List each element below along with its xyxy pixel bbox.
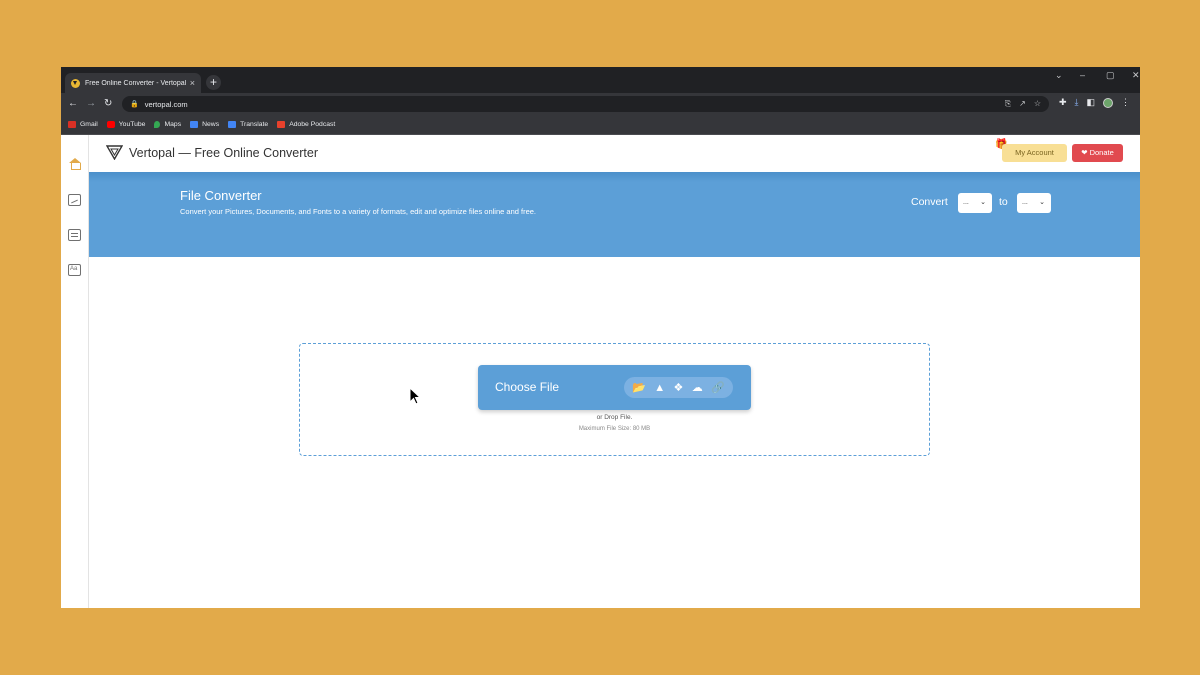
convert-label: Convert bbox=[911, 196, 948, 208]
donate-button[interactable]: ❤ Donate bbox=[1072, 144, 1123, 162]
menu-icon[interactable]: ⋮ bbox=[1121, 97, 1130, 108]
upload-sources: 📂 ▲ ❖ ☁ 🔗 bbox=[624, 377, 733, 398]
lock-icon: 🔒 bbox=[130, 101, 139, 108]
vertopal-logo-icon[interactable] bbox=[106, 145, 123, 160]
bookmark-label: Adobe Podcast bbox=[289, 121, 336, 128]
dropbox-icon[interactable]: ❖ bbox=[673, 382, 683, 394]
mouse-cursor-icon bbox=[409, 387, 421, 405]
news-icon bbox=[190, 121, 199, 128]
from-format-select[interactable]: ... ⌄ bbox=[958, 193, 992, 213]
download-icon[interactable]: ⤓ bbox=[1075, 97, 1079, 108]
font-icon-text: Aa bbox=[70, 266, 78, 272]
bookmark-youtube[interactable]: YouTube bbox=[106, 121, 146, 128]
doc-line bbox=[71, 236, 78, 237]
onedrive-icon[interactable]: ☁ bbox=[692, 382, 703, 394]
forward-button[interactable]: → bbox=[86, 97, 96, 111]
bookmark-gmail[interactable]: Gmail bbox=[68, 121, 98, 128]
page-content: Aa Vertopal — Free Online Converter 🎁 My… bbox=[61, 135, 1140, 608]
sidebar: Aa bbox=[61, 135, 89, 608]
site-header: Vertopal — Free Online Converter 🎁 My Ac… bbox=[89, 135, 1140, 172]
bookmark-label: Translate bbox=[240, 121, 269, 128]
bookmark-news[interactable]: News bbox=[190, 121, 219, 128]
file-drop-zone[interactable]: Choose File 📂 ▲ ❖ ☁ 🔗 or Drop File. Maxi… bbox=[299, 343, 930, 456]
bookmark-label: Maps bbox=[164, 121, 182, 128]
hero-banner: File Converter Convert your Pictures, Do… bbox=[89, 172, 1140, 257]
tab-vertopal[interactable]: Free Online Converter - Vertopal × bbox=[65, 73, 201, 93]
drop-file-text: or Drop File. bbox=[596, 414, 633, 421]
new-tab-button[interactable]: + bbox=[206, 75, 221, 90]
maps-icon bbox=[154, 121, 161, 128]
bookmark-star-icon[interactable]: ☆ bbox=[1034, 99, 1041, 109]
bookmark-label: Gmail bbox=[80, 121, 98, 128]
close-window-button[interactable]: ✕ bbox=[1132, 70, 1140, 81]
font-icon[interactable]: Aa bbox=[68, 264, 81, 276]
image-mountain-line bbox=[71, 199, 78, 204]
side-panel-icon[interactable]: ◧ bbox=[1087, 97, 1096, 108]
my-account-button[interactable]: My Account bbox=[1002, 144, 1067, 162]
tab-search-icon[interactable]: ⌄ bbox=[1055, 70, 1063, 81]
install-app-icon[interactable]: ⎘ bbox=[1005, 99, 1011, 109]
extensions-icon[interactable]: ✚ bbox=[1059, 97, 1067, 108]
chevron-down-icon: ⌄ bbox=[1039, 199, 1045, 206]
profile-avatar[interactable] bbox=[1103, 98, 1114, 108]
close-tab-icon[interactable]: × bbox=[190, 78, 195, 88]
share-icon[interactable]: ↗ bbox=[1019, 99, 1026, 109]
link-icon[interactable]: 🔗 bbox=[711, 382, 725, 394]
minimize-button[interactable]: – bbox=[1080, 70, 1085, 80]
browser-window: Free Online Converter - Vertopal × + ⌄ –… bbox=[61, 67, 1140, 608]
bookmark-label: YouTube bbox=[118, 121, 146, 128]
to-format-value: ... bbox=[1022, 199, 1028, 206]
donate-hand-icon: ❤ bbox=[1081, 148, 1090, 157]
page-subtitle: Convert your Pictures, Documents, and Fo… bbox=[180, 207, 537, 216]
reload-button[interactable]: ↻ bbox=[104, 97, 112, 111]
max-file-size-text: Maximum File Size: 80 MB bbox=[578, 426, 651, 432]
chevron-down-icon: ⌄ bbox=[980, 199, 986, 206]
image-icon[interactable] bbox=[68, 194, 81, 206]
to-label: to bbox=[999, 196, 1008, 208]
bookmark-maps[interactable]: Maps bbox=[154, 121, 181, 128]
document-icon[interactable] bbox=[68, 229, 81, 241]
tab-title: Free Online Converter - Vertopal bbox=[85, 79, 186, 87]
brand-title[interactable]: Vertopal — Free Online Converter bbox=[129, 146, 318, 160]
adobe-icon bbox=[277, 121, 286, 128]
gmail-icon bbox=[68, 121, 76, 128]
back-button[interactable]: ← bbox=[68, 97, 78, 111]
vertopal-favicon-icon bbox=[71, 78, 80, 88]
address-bar[interactable]: 🔒 vertopal.com ⎘ ↗ ☆ bbox=[122, 96, 1049, 112]
bookmark-translate[interactable]: Translate bbox=[228, 121, 268, 128]
to-format-select[interactable]: ... ⌄ bbox=[1017, 193, 1051, 213]
from-format-value: ... bbox=[963, 199, 969, 206]
page-title: File Converter bbox=[180, 188, 262, 203]
doc-line bbox=[71, 233, 78, 234]
choose-file-label: Choose File bbox=[495, 380, 560, 394]
home-icon[interactable] bbox=[68, 158, 81, 170]
bookmark-label: News bbox=[202, 121, 220, 128]
maximize-button[interactable]: ▢ bbox=[1106, 70, 1115, 81]
bookmarks-bar: Gmail YouTube Maps News Translate Adobe … bbox=[61, 115, 1140, 135]
choose-file-button[interactable]: Choose File 📂 ▲ ❖ ☁ 🔗 bbox=[478, 365, 751, 410]
donate-label: Donate bbox=[1089, 148, 1114, 157]
google-drive-icon[interactable]: ▲ bbox=[654, 382, 665, 394]
youtube-icon bbox=[106, 121, 115, 128]
translate-icon bbox=[228, 121, 237, 128]
url-text: vertopal.com bbox=[144, 99, 188, 109]
folder-icon[interactable]: 📂 bbox=[632, 382, 646, 394]
toolbar: ← → ↻ 🔒 vertopal.com ⎘ ↗ ☆ ✚ ⤓ ◧ ⋮ bbox=[61, 93, 1140, 115]
tab-strip: Free Online Converter - Vertopal × + ⌄ –… bbox=[61, 67, 1140, 93]
bookmark-adobe-podcast[interactable]: Adobe Podcast bbox=[277, 121, 335, 128]
